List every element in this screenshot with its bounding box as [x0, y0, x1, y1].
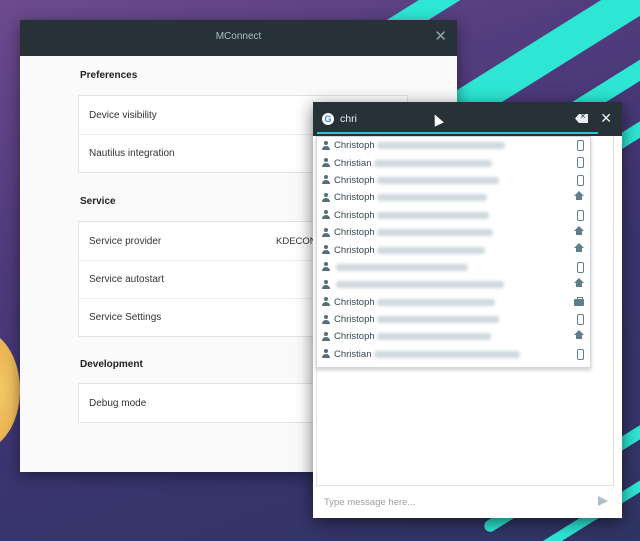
person-icon	[321, 297, 331, 307]
person-icon	[321, 192, 331, 203]
redacted-text	[373, 350, 520, 358]
contact-search-input[interactable]: chri	[340, 113, 357, 125]
send-icon[interactable]	[598, 496, 608, 506]
setting-label: Nautilus integration	[89, 148, 175, 159]
contact-name: Christoph	[334, 331, 375, 343]
phone-icon	[577, 157, 584, 169]
message-composer	[316, 486, 614, 518]
person-icon	[321, 175, 331, 185]
home-icon	[574, 330, 584, 340]
setting-label: Service Settings	[89, 312, 162, 323]
redacted-text	[376, 316, 499, 324]
contact-suggestion-item[interactable]: Christoph	[317, 311, 590, 328]
setting-label: Debug mode	[89, 397, 147, 409]
person-icon	[321, 279, 331, 290]
redacted-text	[376, 142, 505, 150]
redacted-text	[336, 263, 468, 271]
contact-name: Christoph	[334, 244, 375, 256]
contact-name: Christoph	[334, 174, 375, 186]
contact-suggestion-item[interactable]: Christian	[317, 154, 590, 171]
message-input[interactable]	[324, 496, 574, 508]
person-icon	[321, 158, 331, 168]
phone-icon	[577, 348, 584, 360]
phone-icon	[577, 261, 584, 273]
contact-suggestions: Christoph Christian Christoph Christoph Chri…	[316, 136, 591, 368]
message-popup: G chri ✕ ChristophChristianChristophChri…	[313, 102, 622, 518]
person-icon	[321, 331, 331, 342]
wallpaper-orb	[0, 330, 20, 450]
close-icon[interactable]: ✕	[434, 27, 447, 45]
redacted-text	[373, 159, 492, 167]
redacted-text	[376, 194, 487, 202]
contact-suggestion-item[interactable]: Christoph	[317, 172, 590, 189]
phone-icon	[577, 174, 584, 186]
search-underline	[317, 132, 598, 134]
contact-name: Christoph	[334, 227, 375, 239]
backspace-icon[interactable]	[575, 114, 588, 123]
person-icon	[321, 349, 331, 359]
contact-name: Christoph	[334, 209, 375, 221]
work-icon	[574, 296, 584, 306]
contact-suggestion-item[interactable]: Christoph	[317, 189, 590, 206]
contact-suggestion-item[interactable]	[317, 276, 590, 293]
section-heading-service: Service	[80, 196, 116, 207]
phone-icon	[577, 313, 584, 325]
contact-name: Christoph	[334, 314, 375, 326]
redacted-text	[376, 211, 489, 219]
home-icon	[574, 225, 584, 235]
close-icon[interactable]: ✕	[600, 110, 612, 127]
popup-header: G chri ✕	[313, 102, 622, 136]
home-icon	[574, 191, 584, 201]
contact-suggestion-item[interactable]: Christoph	[317, 328, 590, 345]
person-icon	[321, 245, 331, 255]
contact-name: Christoph	[334, 192, 375, 204]
home-icon	[574, 278, 584, 288]
contact-suggestion-item[interactable]: Christian	[317, 346, 590, 363]
redacted-text	[376, 229, 493, 237]
contact-name: Christoph	[334, 140, 375, 152]
person-icon	[321, 210, 331, 220]
window-title: MConnect	[215, 31, 262, 42]
person-icon	[321, 140, 331, 151]
person-icon	[321, 314, 331, 325]
contact-suggestion-item[interactable]: Christoph	[317, 241, 590, 258]
contact-suggestion-item[interactable]: Christoph	[317, 294, 590, 311]
home-icon	[574, 243, 584, 253]
section-heading-preferences: Preferences	[80, 70, 138, 81]
contact-name: Christian	[334, 348, 372, 360]
window-titlebar: MConnect ✕	[20, 20, 457, 56]
redacted-text	[376, 333, 491, 341]
redacted-text	[336, 281, 504, 289]
contact-suggestion-item[interactable]: Christoph	[317, 207, 590, 224]
redacted-text	[376, 298, 495, 306]
contact-name: Christoph	[334, 296, 375, 308]
contact-suggestion-item[interactable]: Christoph	[317, 224, 590, 241]
redacted-text	[376, 176, 499, 184]
setting-label: Service autostart	[89, 274, 165, 285]
person-icon	[321, 227, 331, 238]
phone-icon	[577, 140, 584, 151]
setting-label: Device visibility	[89, 109, 157, 121]
contact-name: Christian	[334, 157, 372, 169]
setting-label: Service provider	[89, 235, 162, 247]
google-icon: G	[322, 113, 334, 125]
mouse-cursor-icon	[430, 112, 444, 127]
service-provider-value[interactable]: KDECON	[276, 236, 317, 247]
section-heading-development: Development	[80, 359, 143, 370]
contact-suggestion-item[interactable]	[317, 259, 590, 276]
contact-suggestion-item[interactable]: Christoph	[317, 137, 590, 154]
phone-icon	[577, 209, 584, 221]
redacted-text	[376, 246, 485, 254]
person-icon	[321, 262, 331, 272]
